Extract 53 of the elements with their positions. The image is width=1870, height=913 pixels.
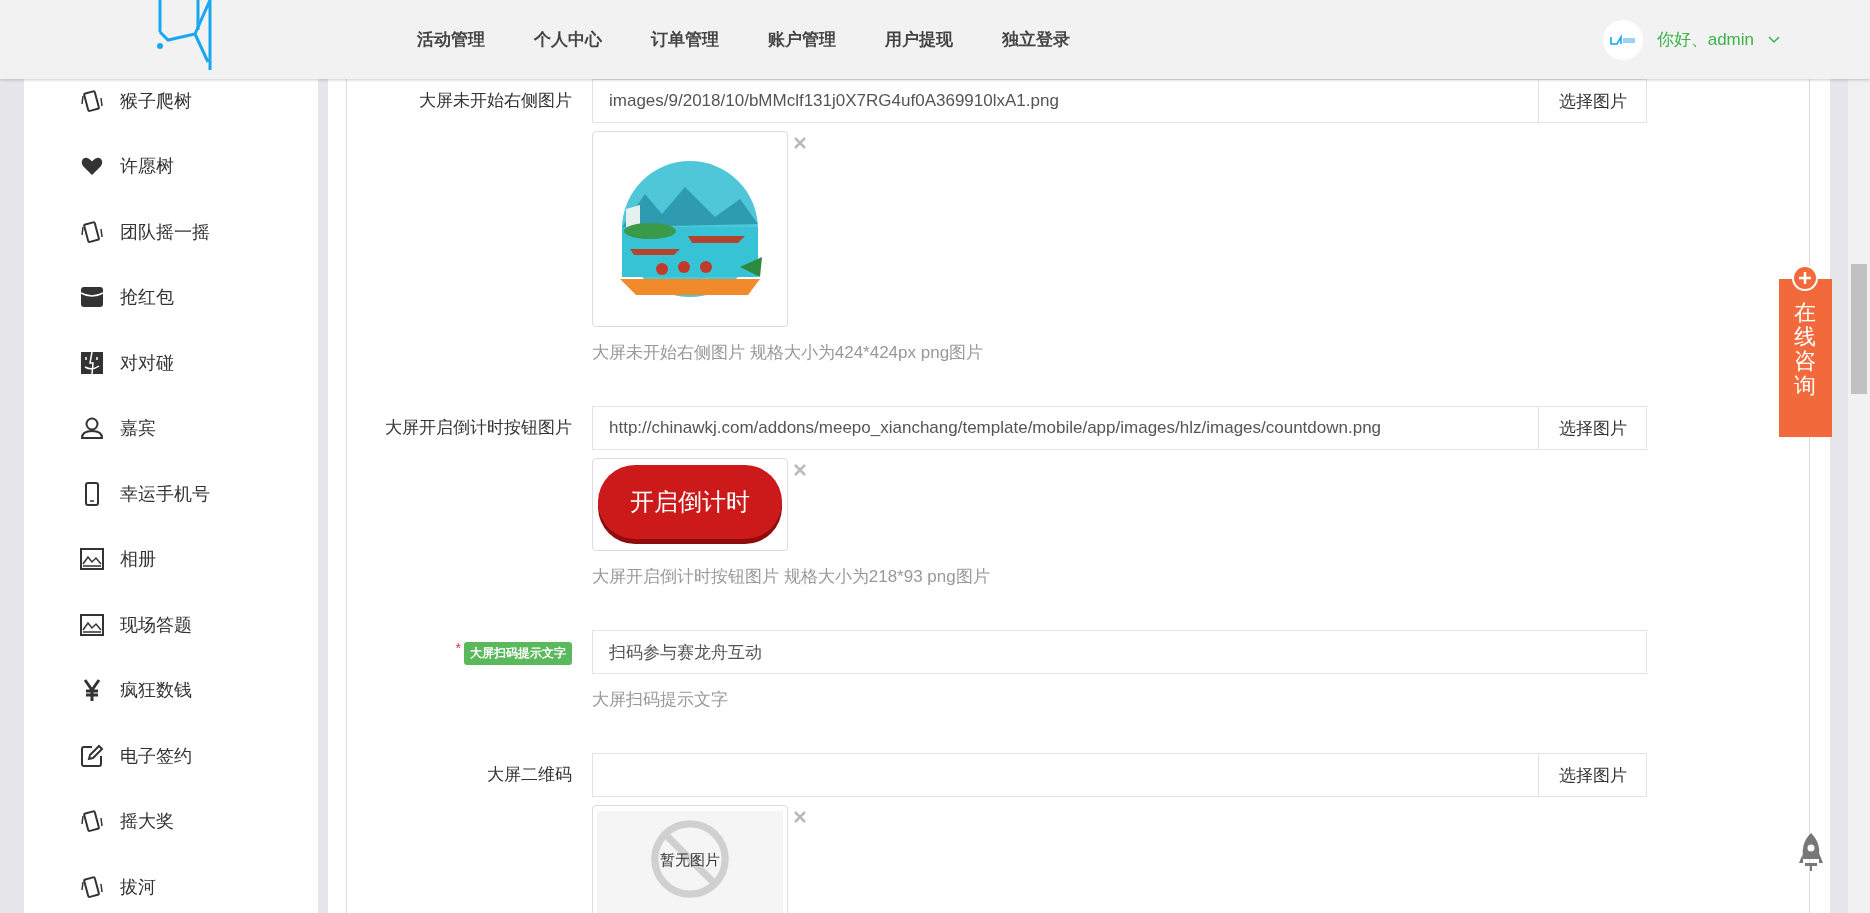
input-field[interactable]: 扫码参与赛龙舟互动 xyxy=(592,630,1647,674)
help-text: 大屏开启倒计时按钮图片 规格大小为218*93 png图片 xyxy=(592,566,991,588)
sidebar-item[interactable]: 相册 xyxy=(24,526,318,592)
placeholder-text: 暂无图片 xyxy=(659,851,721,870)
chevron-down-icon[interactable] xyxy=(1768,35,1780,44)
sidebar-item[interactable]: 疯狂数钱 xyxy=(24,657,318,723)
sidebar-item[interactable]: 对对碰 xyxy=(24,330,318,396)
choose-image-button[interactable]: 选择图片 xyxy=(1539,753,1647,797)
sidebar-item[interactable]: 拔河 xyxy=(24,854,318,913)
nav-link[interactable]: 用户提现 xyxy=(885,28,1002,51)
nav-link[interactable]: 个人中心 xyxy=(534,28,651,51)
phone-icon xyxy=(80,874,104,899)
sidebar-item[interactable]: 幸运手机号 xyxy=(24,461,318,527)
sidebar-item[interactable]: 许愿树 xyxy=(24,133,318,199)
input-field[interactable] xyxy=(592,753,1539,797)
required-mark: * xyxy=(455,640,461,656)
field-label: 大屏二维码 xyxy=(487,764,572,786)
sidebar-item[interactable]: 猴子爬树 xyxy=(24,79,318,134)
field-label: 大屏未开始右侧图片 xyxy=(419,90,572,112)
sidebar-item[interactable]: 电子签约 xyxy=(24,723,318,789)
envelope-icon xyxy=(80,285,104,310)
sidebar-item[interactable]: 摇大奖 xyxy=(24,788,318,854)
choose-image-button[interactable]: 选择图片 xyxy=(1539,79,1647,123)
image-icon xyxy=(80,612,104,637)
help-text: 大屏扫码提示文字 xyxy=(592,689,729,711)
nav-link[interactable]: 独立登录 xyxy=(1002,28,1119,51)
edit-icon xyxy=(80,743,104,768)
no-entry-icon xyxy=(650,819,730,899)
avatar-icon xyxy=(1602,19,1643,60)
choose-image-button[interactable]: 选择图片 xyxy=(1539,406,1647,450)
help-text: 大屏未开始右侧图片 规格大小为424*424px png图片 xyxy=(592,342,985,364)
nav-link[interactable]: 账户管理 xyxy=(768,28,885,51)
sidebar-item[interactable]: 现场答题 xyxy=(24,592,318,658)
rocket-icon[interactable] xyxy=(1797,833,1825,871)
face-icon xyxy=(80,350,104,375)
nav-link[interactable]: 订单管理 xyxy=(651,28,768,51)
field-label: 大屏扫码提示文字 xyxy=(464,642,572,665)
sidebar-item[interactable]: 团队摇一摇 xyxy=(24,199,318,265)
phone-icon xyxy=(80,219,104,244)
person-icon xyxy=(80,416,104,441)
close-icon[interactable] xyxy=(794,464,806,476)
close-icon[interactable] xyxy=(794,137,806,149)
scrollbar[interactable] xyxy=(1848,79,1870,913)
input-field[interactable]: images/9/2018/10/bMMclf131j0X7RG4uf0A369910lxA1.png xyxy=(592,79,1539,123)
nav-link[interactable]: 活动管理 xyxy=(417,28,534,51)
input-field[interactable]: http://chinawkj.com/addons/meepo_xianchang/template/mobile/app/images/hlz/images/countdown.png xyxy=(592,406,1539,450)
phone-icon xyxy=(80,88,104,113)
field-label: 大屏开启倒计时按钮图片 xyxy=(385,417,572,439)
image-icon xyxy=(80,547,104,572)
sidebar-item[interactable]: 嘉宾 xyxy=(24,395,318,461)
sidebar-item[interactable]: 抢红包 xyxy=(24,264,318,330)
phone-icon xyxy=(80,809,104,834)
close-icon[interactable] xyxy=(794,811,806,823)
